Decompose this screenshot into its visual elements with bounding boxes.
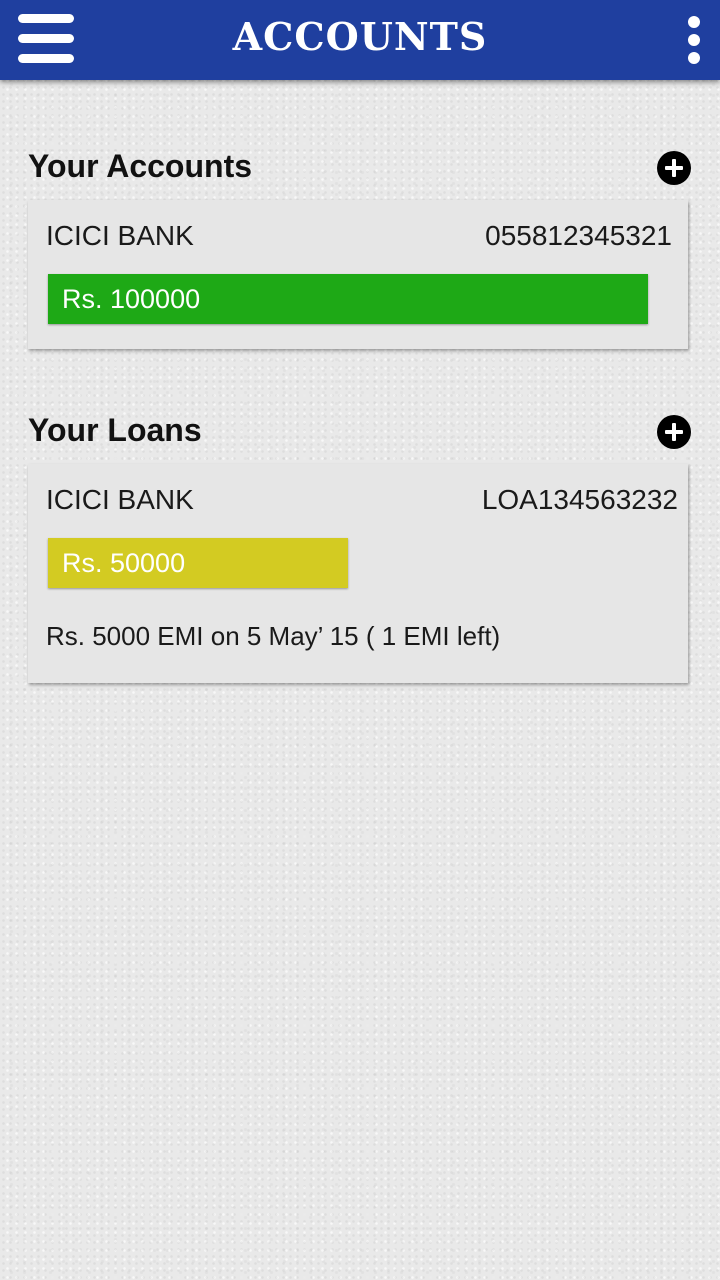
loan-number: LOA134563232 [481,484,678,515]
accounts-section-title: Your Accounts [28,148,253,184]
account-bank-name: ICICI BANK [46,220,194,251]
loans-section-title: Your Loans [28,412,202,448]
overflow-menu-icon[interactable] [680,14,710,68]
add-loan-icon[interactable] [657,415,691,449]
loan-amount-bar: Rs. 50000 [48,538,348,588]
add-account-icon[interactable] [657,151,691,185]
loan-amount-label: Rs. 50000 [62,548,186,578]
account-balance-bar: Rs. 100000 [48,274,648,324]
account-number: 055812345321 [485,220,672,251]
page-title: ACCOUNTS [232,14,488,59]
app-bar: ACCOUNTS [0,0,720,80]
loan-bank-name: ICICI BANK [46,484,194,515]
loan-card[interactable]: ICICI BANK LOA134563232 Rs. 50000 Rs. 50… [28,464,688,683]
account-balance-label: Rs. 100000 [62,284,201,314]
account-card[interactable]: ICICI BANK 055812345321 Rs. 100000 [28,200,688,349]
loan-emi-info: Rs. 5000 EMI on 5 May’ 15 ( 1 EMI left) [46,621,501,651]
